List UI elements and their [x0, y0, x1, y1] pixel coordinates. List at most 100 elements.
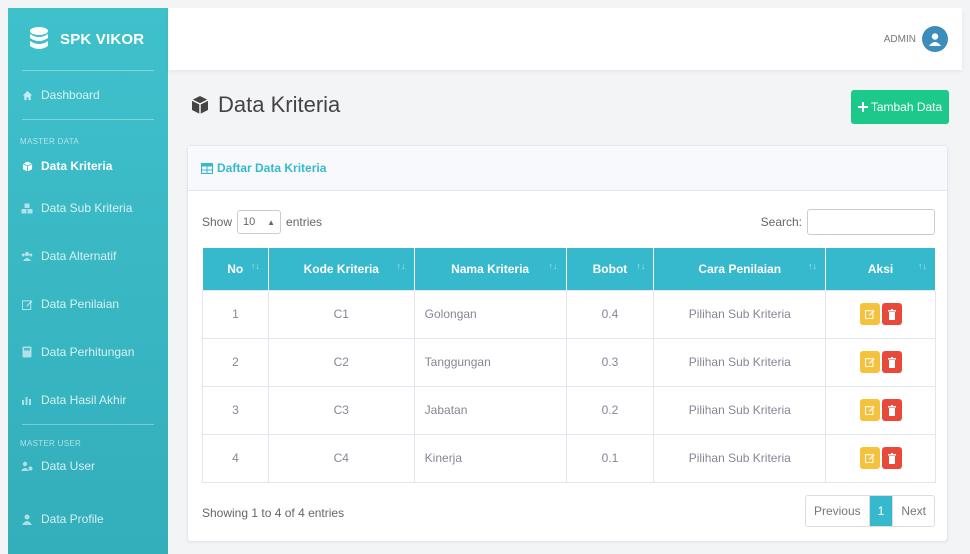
- cell-bobot: 0.2: [565, 385, 655, 435]
- delete-button[interactable]: [881, 351, 902, 373]
- calculator-icon: [20, 345, 34, 359]
- table-row: 4 C4 Kinerja 0.1 Pilihan Sub Kriteria: [202, 433, 936, 483]
- cell-bobot: 0.3: [565, 337, 655, 387]
- edit-icon: [864, 454, 875, 463]
- sidebar-item-label: Data Penilaian: [41, 297, 120, 311]
- cell-nama: Golongan: [413, 289, 567, 339]
- cubes-icon: [20, 201, 34, 215]
- cell-aksi: [825, 337, 936, 387]
- brand-name: SPK VIKOR: [60, 30, 145, 48]
- edit-icon: [20, 297, 34, 311]
- table-row: 2 C2 Tanggungan 0.3 Pilihan Sub Kriteria: [202, 337, 936, 387]
- sidebar-item-data-alternatif[interactable]: Data Alternatif: [8, 232, 168, 280]
- cell-no: 1: [202, 289, 269, 339]
- pagination: Previous 1 Next: [804, 495, 935, 527]
- select-arrows-icon: ▲︎: [267, 217, 276, 227]
- cell-cara: Pilihan Sub Kriteria: [653, 433, 827, 483]
- sort-icon: ↑↓: [396, 261, 406, 271]
- cell-aksi: [825, 385, 936, 435]
- column-header-kode[interactable]: Kode Kriteria ↑↓: [268, 248, 415, 290]
- cell-no: 3: [202, 385, 269, 435]
- cell-bobot: 0.4: [565, 289, 655, 339]
- cell-aksi: [825, 433, 936, 483]
- table-info: Showing 1 to 4 of 4 entries: [202, 506, 345, 520]
- cell-nama: Jabatan: [413, 385, 567, 435]
- cell-bobot: 0.1: [565, 433, 655, 483]
- column-header-cara[interactable]: Cara Penilaian ↑↓: [653, 248, 827, 290]
- sidebar-item-label: Data Alternatif: [41, 249, 117, 263]
- column-header-no[interactable]: No ↑↓: [202, 248, 269, 290]
- table-header-row: No ↑↓ Kode Kriteria ↑↓ Nama Kriteria ↑↓ Bob…: [202, 248, 936, 290]
- add-data-button[interactable]: Tambah Data: [851, 90, 949, 124]
- column-header-aksi[interactable]: Aksi ↑↓: [825, 248, 936, 290]
- search-control: Search:: [761, 209, 935, 235]
- page-title: Data Kriteria: [218, 92, 341, 117]
- sidebar-item-data-hasil-akhir[interactable]: Data Hasil Akhir: [8, 376, 168, 424]
- avatar: [922, 26, 948, 52]
- cell-no: 4: [202, 433, 269, 483]
- cell-cara: Pilihan Sub Kriteria: [653, 289, 827, 339]
- next-button[interactable]: Next: [893, 496, 934, 526]
- table-icon: [201, 162, 213, 174]
- page-button-current[interactable]: 1: [869, 496, 894, 526]
- edit-icon: [864, 406, 875, 415]
- sort-icon: ↑↓: [636, 261, 646, 271]
- sort-icon: ↑↓: [808, 261, 818, 271]
- sidebar-item-data-user[interactable]: Data User: [8, 446, 168, 486]
- brand[interactable]: SPK VIKOR: [8, 8, 168, 70]
- page-length-control: Show 10 ▲︎ entries: [202, 210, 322, 234]
- cube-icon: [191, 96, 209, 114]
- search-input[interactable]: [807, 209, 935, 235]
- sidebar-item-data-penilaian[interactable]: Data Penilaian: [8, 280, 168, 328]
- sidebar-item-label: Data Sub Kriteria: [41, 201, 133, 215]
- user-menu[interactable]: ADMIN: [884, 26, 948, 52]
- users-icon: [20, 249, 34, 263]
- sidebar-item-label: Data Kriteria: [41, 159, 113, 173]
- table-controls: Show 10 ▲︎ entries Search:: [202, 209, 935, 235]
- sidebar-item-data-kriteria[interactable]: Data Kriteria: [8, 148, 168, 184]
- sidebar-item-data-sub-kriteria[interactable]: Data Sub Kriteria: [8, 184, 168, 232]
- column-header-bobot[interactable]: Bobot ↑↓: [566, 248, 655, 290]
- page-length-value: 10: [243, 216, 256, 228]
- delete-button[interactable]: [881, 303, 902, 325]
- cell-no: 2: [202, 337, 269, 387]
- sidebar-item-data-perhitungan[interactable]: Data Perhitungan: [8, 328, 168, 376]
- card-header: Daftar Data Kriteria: [188, 146, 947, 191]
- sort-icon: ↑↓: [548, 261, 558, 271]
- sidebar-item-label: Data User: [41, 459, 96, 473]
- sidebar-item-dashboard[interactable]: Dashboard: [8, 71, 168, 119]
- delete-button[interactable]: [881, 399, 902, 421]
- user-icon: [20, 512, 34, 526]
- sidebar: SPK VIKOR Dashboard MASTER DATA Data Kri…: [8, 8, 168, 554]
- topbar: ADMIN: [168, 8, 962, 70]
- entries-label: entries: [286, 215, 323, 229]
- table-row: 3 C3 Jabatan 0.2 Pilihan Sub Kriteria: [202, 385, 936, 435]
- sidebar-item-data-profile[interactable]: Data Profile: [8, 486, 168, 542]
- edit-button[interactable]: [859, 351, 880, 373]
- search-label: Search:: [760, 215, 802, 229]
- edit-button[interactable]: [859, 399, 880, 421]
- user-name: ADMIN: [883, 33, 916, 45]
- previous-button[interactable]: Previous: [806, 496, 870, 526]
- section-heading-master-data: MASTER DATA: [20, 137, 80, 146]
- table-row: 1 C1 Golongan 0.4 Pilihan Sub Kriteria: [202, 289, 936, 339]
- users-cog-icon: [20, 459, 34, 473]
- database-icon: [30, 27, 48, 49]
- trash-icon: [887, 308, 896, 320]
- edit-icon: [864, 310, 875, 319]
- trash-icon: [887, 452, 896, 464]
- cell-kode: C4: [267, 433, 415, 483]
- page-heading: Data Kriteria: [190, 92, 340, 118]
- cell-kode: C2: [267, 337, 415, 387]
- edit-button[interactable]: [859, 447, 880, 469]
- chart-icon: [20, 393, 34, 407]
- column-header-nama[interactable]: Nama Kriteria ↑↓: [414, 248, 567, 290]
- cell-cara: Pilihan Sub Kriteria: [653, 337, 827, 387]
- edit-icon: [864, 358, 875, 367]
- edit-button[interactable]: [859, 303, 880, 325]
- delete-button[interactable]: [881, 447, 902, 469]
- card-title: Daftar Data Kriteria: [217, 161, 327, 175]
- cell-kode: C3: [267, 385, 415, 435]
- page-length-select[interactable]: 10 ▲︎: [237, 210, 282, 234]
- cell-aksi: [825, 289, 936, 339]
